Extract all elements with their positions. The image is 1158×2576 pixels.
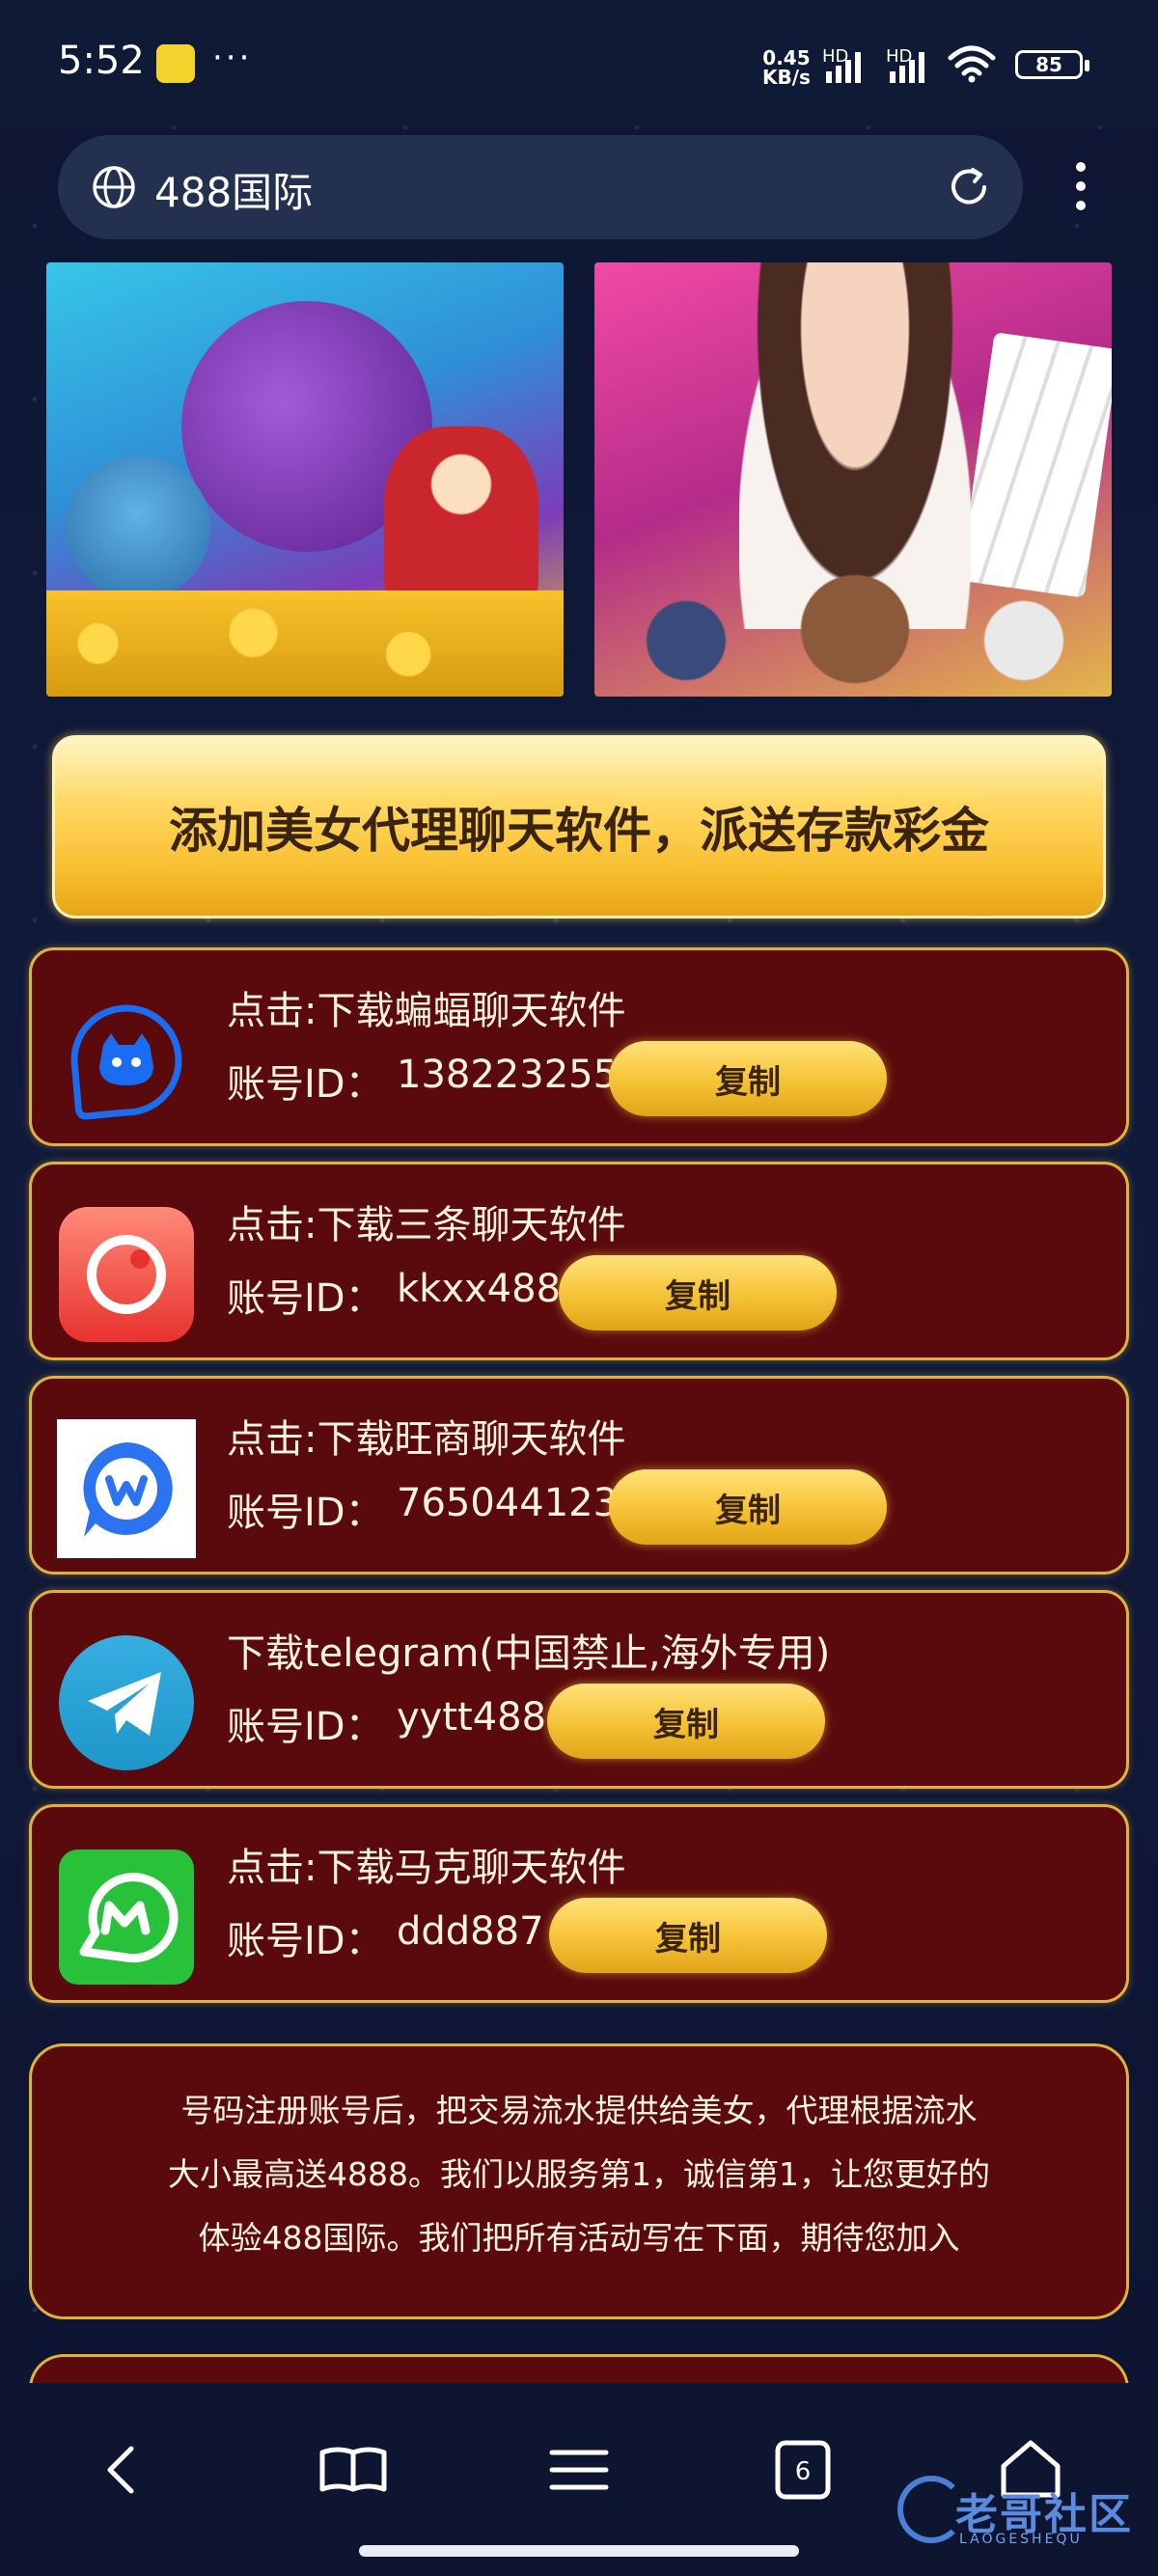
account-id-value: yytt488 [397,1695,547,1740]
browser-menu-icon[interactable] [1062,154,1100,222]
app-row-wangshang[interactable]: 点击:下载旺商聊天软件 账号ID： 765044123 复制 [29,1376,1129,1575]
copy-button[interactable]: 复制 [547,1684,825,1759]
copy-button[interactable]: 复制 [609,1469,887,1545]
app-title[interactable]: 点击:下载旺商聊天软件 [227,1408,625,1464]
notification-app-icon [156,44,195,83]
battery-icon: 85 [1015,50,1089,79]
info-panel: 号码注册账号后，把交易流水提供给美女，代理根据流水 大小最高送4888。我们以服… [29,2043,1129,2319]
app-row-santiao[interactable]: 点击:下载三条聊天软件 账号ID： kkxx488 复制 [29,1162,1129,1360]
info-line: 大小最高送4888。我们以服务第1，诚信第1，让您更好的 [168,2155,990,2193]
app-row-make[interactable]: 点击:下载马克聊天软件 账号ID： ddd887 复制 [29,1804,1129,2003]
account-id-label: 账号ID： [227,1919,384,1963]
back-button[interactable] [85,2431,162,2508]
globe-icon [93,166,135,208]
wifi-icon [948,45,996,83]
gesture-home-bar[interactable] [359,2545,799,2557]
bat-chat-icon [70,1004,182,1120]
app-title[interactable]: 点击:下载蝙蝠聊天软件 [227,979,625,1035]
account-id-value: 765044123 [397,1481,619,1525]
menu-button[interactable] [540,2431,618,2508]
reload-icon[interactable] [944,162,994,212]
more-notifications-icon: ··· [212,39,253,77]
tab-count: 6 [795,2457,812,2486]
network-speed: 0.45 KB/s [762,48,811,87]
signal-1-icon [826,50,861,83]
app-row-telegram[interactable]: 下载telegram(中国禁止,海外专用) 账号ID： yytt488 复制 [29,1590,1129,1789]
copy-button[interactable]: 复制 [609,1041,887,1116]
network-speed-value: 0.45 [762,46,811,69]
promo-banner-casino[interactable] [594,262,1112,697]
app-title[interactable]: 点击:下载马克聊天软件 [227,1836,625,1892]
banner-shark-art [66,455,210,600]
telegram-icon [59,1635,194,1770]
info-line: 体验488国际。我们把所有活动写在下面，期待您加入 [198,2219,960,2257]
signal-2-icon [890,50,924,83]
tabs-button[interactable]: 6 [764,2431,841,2508]
wangshang-chat-icon [57,1419,196,1558]
bookmarks-button[interactable] [315,2431,392,2508]
promo-banner-fishing-game[interactable] [46,262,564,697]
watermark-subtext: LAOGESHEQU [959,2532,1083,2547]
clock: 5:52 [58,39,145,83]
site-title: 488国际 [154,169,314,216]
address-bar[interactable]: 488国际 [58,135,1023,239]
account-id-label: 账号ID： [227,1705,384,1749]
banner-gold-coins-art [46,590,564,697]
santiao-chat-icon [59,1207,194,1342]
banner-casino-chips-art [614,571,1096,687]
account-id-label: 账号ID： [227,1062,384,1107]
headline-text: 添加美女代理聊天软件，派送存款彩金 [169,803,989,859]
back-arrow-icon [107,2446,134,2494]
app-title[interactable]: 下载telegram(中国禁止,海外专用) [227,1622,830,1678]
make-chat-icon [59,1850,194,1985]
account-id-label: 账号ID： [227,1276,384,1321]
app-row-bat[interactable]: 点击:下载蝙蝠聊天软件 账号ID： 138223255 复制 [29,947,1129,1146]
headline-button[interactable]: 添加美女代理聊天软件，派送存款彩金 [52,735,1106,918]
book-icon [319,2447,387,2492]
status-bar: 5:52 ··· 0.45 KB/s HD HD 85 [0,0,1158,125]
info-line: 号码注册账号后，把交易流水提供给美女，代理根据流水 [180,2092,978,2129]
account-id-label: 账号ID： [227,1491,384,1535]
account-id-value: kkxx488 [397,1267,562,1311]
app-title[interactable]: 点击:下载三条聊天软件 [227,1193,625,1249]
copy-button[interactable]: 复制 [559,1255,837,1330]
account-id-value: ddd887 [397,1909,544,1954]
network-speed-unit: KB/s [762,66,811,89]
hamburger-icon [549,2450,609,2490]
copy-button[interactable]: 复制 [549,1898,827,1973]
tabs-icon: 6 [775,2440,831,2500]
account-id-value: 138223255 [397,1053,619,1097]
banner-playing-cards-art [959,332,1112,598]
watermark-logo: 老哥社区 LAOGESHEQU [897,2470,1139,2557]
